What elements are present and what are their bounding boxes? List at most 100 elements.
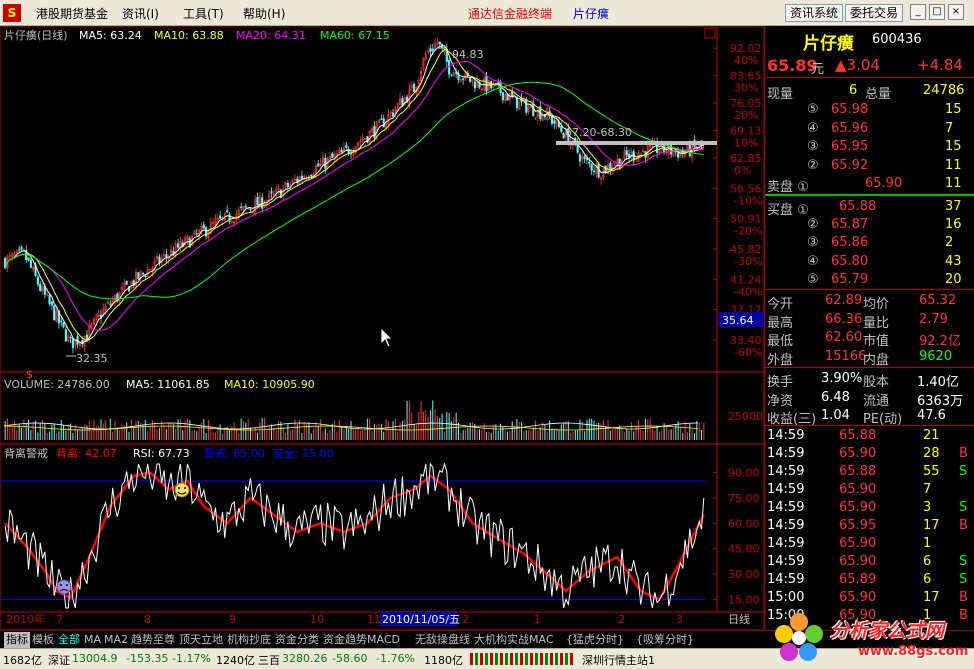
fin-label: 流通 bbox=[863, 393, 890, 409]
volume-ma10: MA10: 10905.90 bbox=[224, 378, 315, 391]
tick-time: 14:59 bbox=[767, 536, 805, 551]
tick-volume: 17 bbox=[923, 590, 940, 605]
tab-4[interactable]: MA2 bbox=[102, 632, 130, 648]
sell-price: 65.98 bbox=[831, 102, 869, 117]
candle-body bbox=[392, 112, 395, 117]
legend-ma60: MA60: 67.15 bbox=[320, 29, 390, 42]
stat-value: 65.32 bbox=[919, 293, 957, 308]
tab-11[interactable]: 大机构实战MAC bbox=[472, 632, 556, 648]
pct-axis-label: -10% bbox=[734, 194, 762, 207]
fin-label: 换手 bbox=[767, 375, 794, 390]
indicator-axis-label: 60.00 bbox=[728, 517, 760, 530]
tab-1[interactable]: 模板 bbox=[30, 632, 56, 648]
tick-time: 14:59 bbox=[767, 482, 805, 497]
trade-button[interactable]: 委托交易 bbox=[845, 4, 904, 22]
x-label-12: 2 bbox=[462, 613, 469, 626]
stat-label: 量比 bbox=[863, 315, 890, 331]
chart-svg[interactable]: 92.0240%83.6530%76.0520%69.1310%62.850%5… bbox=[0, 26, 764, 630]
tab-2[interactable]: 全部 bbox=[56, 632, 82, 648]
pct-axis-label: 10% bbox=[734, 137, 758, 150]
tab-13[interactable]: {吸筹分时} bbox=[634, 632, 696, 648]
tick-price: 65.88 bbox=[839, 428, 877, 443]
candle-body bbox=[511, 91, 514, 97]
candle-body bbox=[583, 156, 586, 159]
info-system-button[interactable]: 资讯系统 bbox=[785, 4, 844, 22]
price-pct: +4.84 bbox=[917, 56, 963, 74]
fin-row: 收益(三) 1.04 PE(动) 47.6 bbox=[765, 407, 974, 427]
low-price-label: 32.35 bbox=[76, 352, 108, 365]
sad-face-icon bbox=[56, 579, 72, 595]
candle-body bbox=[340, 149, 343, 153]
tick-side: B bbox=[959, 446, 968, 461]
stat-row: 最高 66.36 量比 2.79 bbox=[765, 311, 974, 331]
menu-help[interactable]: 帮助(H) bbox=[243, 5, 285, 22]
tab-5[interactable]: 趋势至尊 bbox=[129, 632, 177, 648]
tab-10[interactable]: 无敌操盘线 bbox=[413, 632, 472, 648]
zongliang-label: 总量 bbox=[865, 87, 892, 102]
menu-tools[interactable]: 工具(T) bbox=[183, 5, 224, 22]
tick-price: 65.90 bbox=[839, 446, 877, 461]
tab-0[interactable]: 指标 bbox=[4, 632, 30, 648]
tab-6[interactable]: 顶天立地 bbox=[177, 632, 225, 648]
stat-row: 最低 62.60 市值 92.2亿 bbox=[765, 329, 974, 349]
tab-8[interactable]: 资金分类 bbox=[273, 632, 321, 648]
status-sz-label: 深证 bbox=[48, 654, 70, 667]
candle-body bbox=[39, 283, 42, 291]
tab-7[interactable]: 机构抄底 bbox=[225, 632, 273, 648]
sell-row: ⑤ 65.98 15 bbox=[765, 101, 974, 119]
menu-hk-futures[interactable]: 港股期货基金 bbox=[36, 5, 108, 22]
fin-value: 47.6 bbox=[917, 408, 946, 423]
candle-body bbox=[485, 75, 488, 92]
candle-body bbox=[286, 183, 289, 187]
tick-price: 65.89 bbox=[839, 572, 877, 587]
candle-body bbox=[532, 103, 535, 116]
tab-9[interactable]: 资金趋势MACD bbox=[321, 632, 402, 648]
period-label[interactable]: 日线 bbox=[728, 612, 750, 626]
tick-price: 65.90 bbox=[839, 482, 877, 497]
stats-divider bbox=[765, 367, 974, 368]
stat-label: 最高 bbox=[767, 315, 794, 331]
x-label-3: 3 bbox=[676, 613, 683, 626]
candle-body bbox=[525, 99, 528, 113]
buy-price: 65.87 bbox=[831, 217, 869, 233]
candle-body bbox=[609, 162, 612, 170]
stat-row: 今开 62.89 均价 65.32 bbox=[765, 292, 974, 312]
stat-value: 2.79 bbox=[919, 311, 948, 327]
buy-price: 65.88 bbox=[839, 199, 877, 214]
candle-body bbox=[244, 206, 247, 208]
candle-body bbox=[71, 337, 74, 349]
tick-time: 14:59 bbox=[767, 464, 805, 479]
indicator-rsi: RSI: 67.73 bbox=[133, 447, 190, 460]
candle-body bbox=[141, 272, 145, 275]
tick-price: 65.95 bbox=[839, 518, 877, 533]
candle-body bbox=[219, 215, 222, 219]
tab-3[interactable]: MA bbox=[82, 632, 103, 648]
maximize-icon[interactable]: □ bbox=[929, 4, 945, 20]
candle-body bbox=[53, 305, 56, 321]
buy-level: ⑤ bbox=[807, 271, 819, 287]
status-server[interactable]: 深圳行情主站1 bbox=[582, 652, 655, 668]
tick-time: 14:59 bbox=[767, 446, 805, 461]
fin-value: 3.90% bbox=[821, 371, 863, 386]
tab-12[interactable]: {猛虎分时} bbox=[564, 632, 626, 648]
buy-row: ④ 65.80 43 bbox=[765, 253, 974, 271]
pct-axis-label: 40% bbox=[734, 54, 758, 67]
candle-body bbox=[431, 48, 434, 52]
tick-row: 14:59 65.88 21 bbox=[765, 427, 974, 445]
app-icon[interactable]: S bbox=[3, 4, 21, 22]
chart-area[interactable]: 92.02 40% 83.65 30% 76.05 20% 69.13 10% 62.85 0% 5… bbox=[0, 26, 764, 630]
minimize-icon[interactable]: _ bbox=[910, 4, 926, 20]
candle-body bbox=[300, 175, 303, 179]
candle-body bbox=[29, 259, 32, 268]
high-price-label: 94.83 bbox=[452, 48, 484, 61]
close-icon[interactable]: × bbox=[948, 4, 964, 20]
status-amount-sh: 1682亿 bbox=[3, 654, 42, 667]
menu-info[interactable]: 资讯(I) bbox=[122, 5, 159, 22]
tick-side: S bbox=[959, 464, 968, 479]
candle-body bbox=[501, 92, 504, 101]
quote-panel: 片仔癀 600436 65.89 元 ▲3.04 +4.84 现量 6 总量 2… bbox=[764, 26, 974, 630]
tick-time: 14:59 bbox=[767, 572, 805, 587]
tick-price: 65.90 bbox=[839, 536, 877, 551]
candle-body bbox=[62, 322, 65, 328]
zongliang: 24786 bbox=[923, 83, 965, 98]
